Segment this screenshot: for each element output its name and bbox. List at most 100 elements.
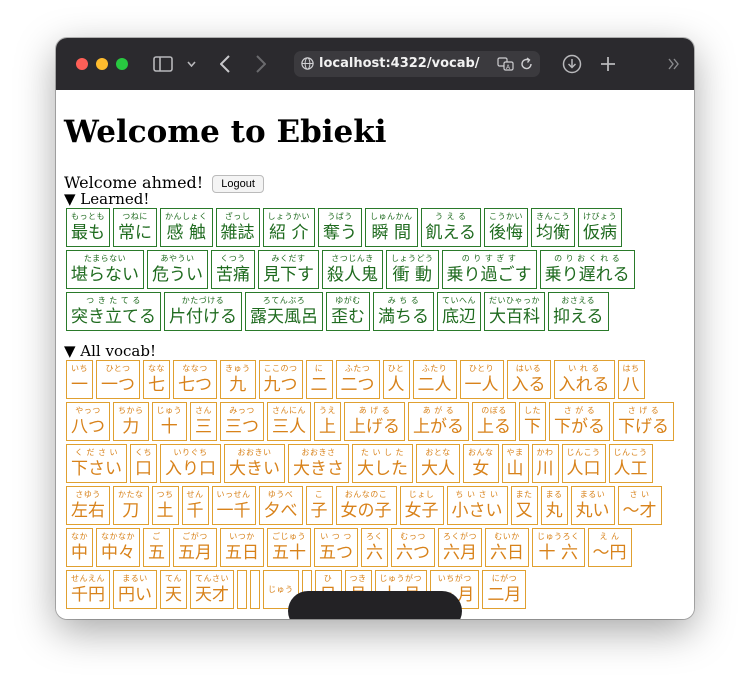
vocab-card[interactable]: ふたつ 二つ: [335, 360, 380, 399]
vocab-card[interactable]: むいか 六日: [485, 528, 529, 567]
vocab-card[interactable]: なか中: [66, 528, 93, 567]
vocab-card[interactable]: つち土: [151, 486, 179, 525]
vocab-card[interactable]: ゆがむ 歪む: [326, 292, 370, 331]
vocab-card[interactable]: しょうどう衝 動: [386, 250, 439, 289]
vocab-card[interactable]: あやうい 危うい: [147, 250, 208, 289]
zoom-window-button[interactable]: [116, 58, 128, 70]
vocab-card[interactable]: さゆう 左右: [66, 486, 110, 525]
vocab-card[interactable]: のぼる 上る: [472, 402, 516, 441]
vocab-card[interactable]: おんなのこ 女の子: [335, 486, 397, 525]
floating-toolbar[interactable]: [288, 591, 462, 619]
vocab-card[interactable]: まる丸: [540, 486, 568, 525]
vocab-card[interactable]: こうかい 後悔: [484, 208, 528, 247]
vocab-card[interactable]: いりぐち 入り口: [160, 444, 221, 483]
vocab-card[interactable]: ふたり 二人: [412, 360, 457, 399]
vocab-card[interactable]: [250, 570, 260, 609]
vocab-card[interactable]: み ち る満ちる: [373, 292, 434, 331]
vocab-card[interactable]: まるい 丸い: [570, 486, 615, 525]
vocab-card[interactable]: ろてんぶろ 露天風呂: [245, 292, 323, 331]
vocab-card[interactable]: てんさい 天才: [190, 570, 234, 609]
vocab-card[interactable]: むっつ 六つ: [391, 528, 435, 567]
vocab-card[interactable]: ざっし 雑誌: [215, 208, 260, 247]
vocab-card[interactable]: ていへん 底辺: [437, 292, 481, 331]
vocab-card[interactable]: さんにん 三人: [267, 402, 311, 441]
vocab-card[interactable]: く だ さ い下さい: [66, 444, 127, 483]
vocab-card[interactable]: にがつ 二月: [482, 570, 527, 609]
vocab-card[interactable]: た い し た大した: [352, 444, 413, 483]
vocab-card[interactable]: はいる 入る: [506, 360, 551, 399]
vocab-card[interactable]: しゅんかん瞬 間: [365, 208, 418, 247]
address-bar[interactable]: localhost:4322/vocab/ A: [294, 51, 540, 77]
vocab-card[interactable]: の り す ぎ す乗り過ごす: [441, 250, 537, 289]
all-vocab-summary[interactable]: ▼ All vocab!: [64, 342, 156, 360]
vocab-card[interactable]: じゅうろく十 六: [532, 528, 585, 567]
minimize-window-button[interactable]: [96, 58, 108, 70]
vocab-card[interactable]: ゆうべ 夕べ: [258, 486, 303, 525]
vocab-card[interactable]: まるい 円い: [113, 570, 157, 609]
plus-icon[interactable]: [600, 56, 616, 72]
vocab-card[interactable]: かたな刀: [113, 486, 149, 525]
vocab-card[interactable]: おとな 大人: [416, 444, 460, 483]
vocab-card[interactable]: うばう 奪う: [318, 208, 362, 247]
vocab-card[interactable]: ごじゅう 五十: [267, 528, 311, 567]
vocab-card[interactable]: だいひゃっか 大百科: [484, 292, 545, 331]
vocab-card[interactable]: じゅう十: [151, 402, 187, 441]
vocab-card[interactable]: つ き た て る突き立てる: [66, 292, 161, 331]
vocab-card[interactable]: なな七: [143, 360, 170, 399]
vocab-card[interactable]: かんしょく感 触: [160, 208, 213, 247]
vocab-card[interactable]: ちから力: [113, 402, 149, 441]
vocab-card[interactable]: さつじんき 殺人鬼: [322, 250, 383, 289]
vocab-card[interactable]: い つ つ五つ: [314, 528, 358, 567]
vocab-card[interactable]: ごがつ 五月: [173, 528, 217, 567]
close-window-button[interactable]: [76, 58, 88, 70]
vocab-card[interactable]: ろく六: [361, 528, 388, 567]
vocab-card[interactable]: せん千: [181, 486, 209, 525]
vocab-card[interactable]: おおきさ 大きさ: [288, 444, 349, 483]
reload-icon[interactable]: [520, 57, 533, 71]
vocab-card[interactable]: みっつ 三つ: [220, 402, 264, 441]
vocab-card[interactable]: かたづける 片付ける: [164, 292, 242, 331]
vocab-card[interactable]: みくだす 見下す: [258, 250, 319, 289]
vocab-card[interactable]: ご五: [143, 528, 170, 567]
vocab-card[interactable]: に二: [305, 360, 333, 399]
vocab-card[interactable]: した下: [519, 402, 546, 441]
vocab-card[interactable]: こ子: [305, 486, 333, 525]
vocab-card[interactable]: ひとり 一人: [459, 360, 504, 399]
vocab-card[interactable]: うえ上: [314, 402, 341, 441]
vocab-card[interactable]: ひとつ 一つ: [96, 360, 140, 399]
vocab-card[interactable]: はち八: [617, 360, 645, 399]
vocab-card[interactable]: きゅう九: [220, 360, 256, 399]
vocab-card[interactable]: くつう 苦痛: [211, 250, 255, 289]
vocab-card[interactable]: おおきい 大きい: [224, 444, 285, 483]
vocab-card[interactable]: え ん〜円: [587, 528, 632, 567]
vocab-card[interactable]: けびょう 仮病: [578, 208, 622, 247]
vocab-card[interactable]: つねに 常に: [113, 208, 157, 247]
vocab-card[interactable]: の り お く れ る乗り遅れる: [539, 250, 635, 289]
vocab-card[interactable]: やっつ 八つ: [66, 402, 110, 441]
vocab-card[interactable]: いっせん 一千: [211, 486, 256, 525]
vocab-card[interactable]: じんこう 人口: [561, 444, 606, 483]
vocab-card[interactable]: おさえる 抑える: [548, 292, 609, 331]
chevron-down-icon[interactable]: [187, 61, 196, 67]
vocab-card[interactable]: てん天: [160, 570, 187, 609]
vocab-card[interactable]: う え る飢える: [420, 208, 481, 247]
vocab-card[interactable]: さん三: [190, 402, 217, 441]
forward-arrow-icon[interactable]: [256, 55, 266, 73]
sidebar-icon[interactable]: [153, 56, 173, 72]
vocab-card[interactable]: じんこう 人工: [608, 444, 653, 483]
back-arrow-icon[interactable]: [220, 55, 230, 73]
vocab-card[interactable]: あ が る上がる: [408, 402, 469, 441]
vocab-card[interactable]: やま山: [501, 444, 529, 483]
vocab-card[interactable]: [237, 570, 247, 609]
learned-summary[interactable]: ▼ Learned!: [64, 190, 149, 208]
vocab-card[interactable]: せんえん 千円: [66, 570, 110, 609]
vocab-card[interactable]: たまらない 堪らない: [66, 250, 144, 289]
download-icon[interactable]: [562, 54, 582, 74]
vocab-card[interactable]: いつか 五日: [220, 528, 264, 567]
vocab-card[interactable]: さ い〜才: [617, 486, 662, 525]
vocab-card[interactable]: ななつ 七つ: [173, 360, 217, 399]
vocab-card[interactable]: ち い さ い小さい: [446, 486, 508, 525]
translate-icon[interactable]: A: [497, 57, 514, 71]
vocab-card[interactable]: おんな女: [463, 444, 499, 483]
vocab-card[interactable]: ろくがつ 六月: [438, 528, 482, 567]
